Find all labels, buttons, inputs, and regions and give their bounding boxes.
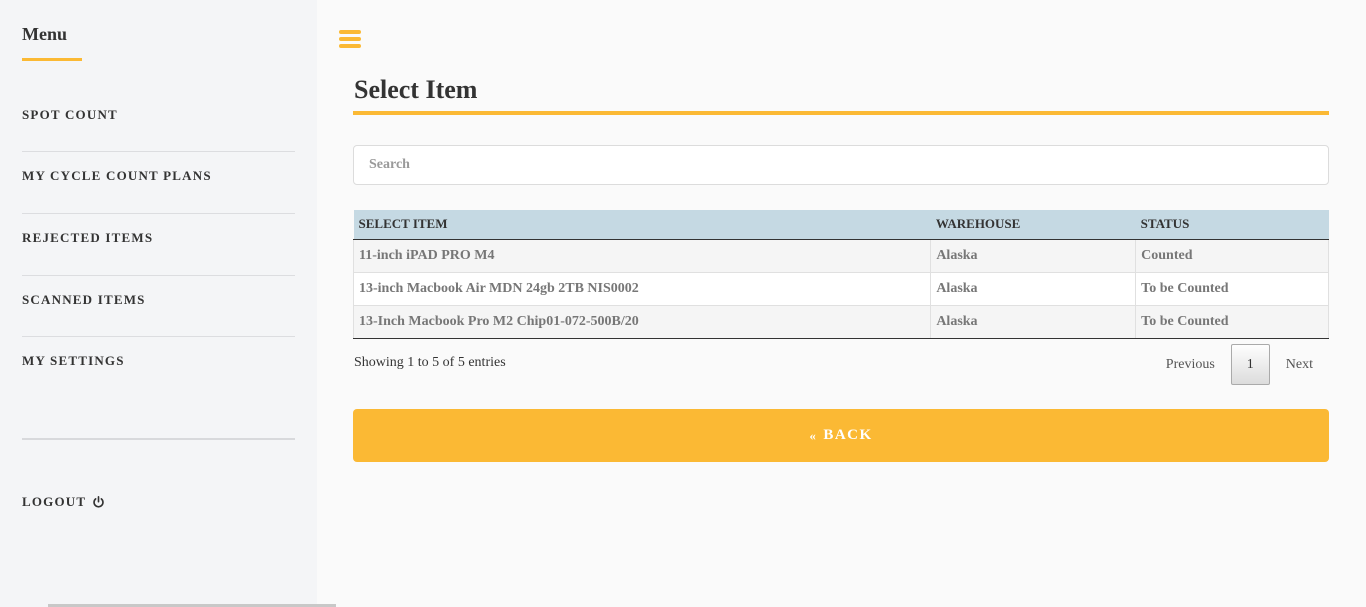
item-cell[interactable]: 13-Inch Macbook Pro M2 Chip01-072-500B/2…: [352, 305, 931, 339]
divider: [22, 438, 295, 440]
page-1-button[interactable]: 1: [1230, 344, 1270, 385]
sidebar: Menu SPOT COUNT MY CYCLE COUNT PLANS REJ…: [0, 0, 317, 607]
warehouse-cell: Alaska: [930, 305, 1136, 339]
search-input[interactable]: [353, 145, 1329, 185]
table-row[interactable]: 13-inch Macbook Air MDN 24gb 2TB NIS0002…: [352, 272, 1329, 306]
hamburger-icon[interactable]: [339, 30, 361, 50]
warehouse-cell: Alaska: [930, 239, 1136, 273]
previous-page-button[interactable]: Previous: [1150, 357, 1231, 373]
item-cell[interactable]: 11-inch iPAD PRO M4: [352, 239, 931, 273]
divider: [22, 275, 295, 276]
menu-title: Menu: [22, 24, 67, 44]
status-cell: To be Counted: [1135, 272, 1329, 306]
column-header-warehouse[interactable]: WAREHOUSE: [930, 210, 1136, 240]
sidebar-item-my-settings[interactable]: MY SETTINGS: [22, 353, 295, 369]
items-table: SELECT ITEM WAREHOUSE STATUS 11-inch iPA…: [352, 210, 1329, 339]
table-info: Showing 1 to 5 of 5 entries: [354, 355, 506, 370]
divider: [22, 151, 295, 152]
column-header-select-item[interactable]: SELECT ITEM: [353, 210, 931, 240]
title-underline: [353, 111, 1329, 115]
logout-label: LOGOUT: [22, 494, 87, 509]
status-cell: To be Counted: [1135, 305, 1329, 339]
sidebar-item-my-cycle-count-plans[interactable]: MY CYCLE COUNT PLANS: [22, 168, 295, 184]
status-cell: Counted: [1135, 239, 1329, 273]
table-header-row: SELECT ITEM WAREHOUSE STATUS: [353, 210, 1329, 240]
sidebar-item-rejected-items[interactable]: REJECTED ITEMS: [22, 230, 295, 246]
page-title: Select Item: [354, 75, 478, 104]
menu-title-underline: [22, 58, 82, 61]
item-cell[interactable]: 13-inch Macbook Air MDN 24gb 2TB NIS0002: [352, 272, 931, 306]
sidebar-item-spot-count[interactable]: SPOT COUNT: [22, 107, 295, 123]
table-row[interactable]: 11-inch iPAD PRO M4 Alaska Counted: [352, 239, 1329, 273]
next-page-button[interactable]: Next: [1270, 357, 1329, 373]
table-row[interactable]: 13-Inch Macbook Pro M2 Chip01-072-500B/2…: [352, 305, 1329, 339]
column-header-status[interactable]: STATUS: [1135, 210, 1329, 240]
sidebar-item-scanned-items[interactable]: SCANNED ITEMS: [22, 292, 295, 308]
power-icon: [93, 495, 105, 507]
pagination: Previous 1 Next: [1150, 344, 1329, 385]
logout-button[interactable]: LOGOUT: [22, 494, 105, 510]
back-label: BACK: [823, 427, 873, 443]
double-chevron-left-icon: «: [809, 427, 818, 443]
divider: [22, 213, 295, 214]
back-button[interactable]: « BACK: [353, 409, 1329, 462]
warehouse-cell: Alaska: [930, 272, 1136, 306]
divider: [22, 336, 295, 337]
